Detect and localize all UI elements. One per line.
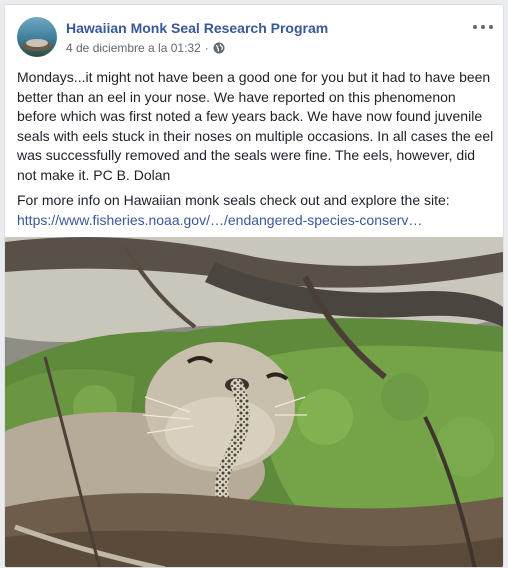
page-name-link[interactable]: Hawaiian Monk Seal Research Program <box>66 20 328 36</box>
post-meta: 4 de diciembre a la 01:32 · <box>66 41 225 55</box>
globe-icon[interactable] <box>213 42 225 54</box>
post-timestamp[interactable]: 4 de diciembre a la 01:32 <box>66 41 201 55</box>
post-header: Hawaiian Monk Seal Research Program 4 de… <box>17 17 495 61</box>
post-photo[interactable] <box>5 237 503 567</box>
post-body: Mondays...it might not have been a good … <box>17 68 495 236</box>
meta-separator: · <box>204 41 209 55</box>
facebook-post: Hawaiian Monk Seal Research Program 4 de… <box>4 4 504 568</box>
post-more-info: For more info on Hawaiian monk seals che… <box>17 191 495 230</box>
post-message: Mondays...it might not have been a good … <box>17 69 494 183</box>
more-options-icon[interactable] <box>473 19 493 35</box>
page-avatar[interactable] <box>17 17 57 57</box>
noaa-link[interactable]: https://www.fisheries.noaa.gov/…/endange… <box>17 212 422 228</box>
more-info-text: For more info on Hawaiian monk seals che… <box>17 192 450 208</box>
